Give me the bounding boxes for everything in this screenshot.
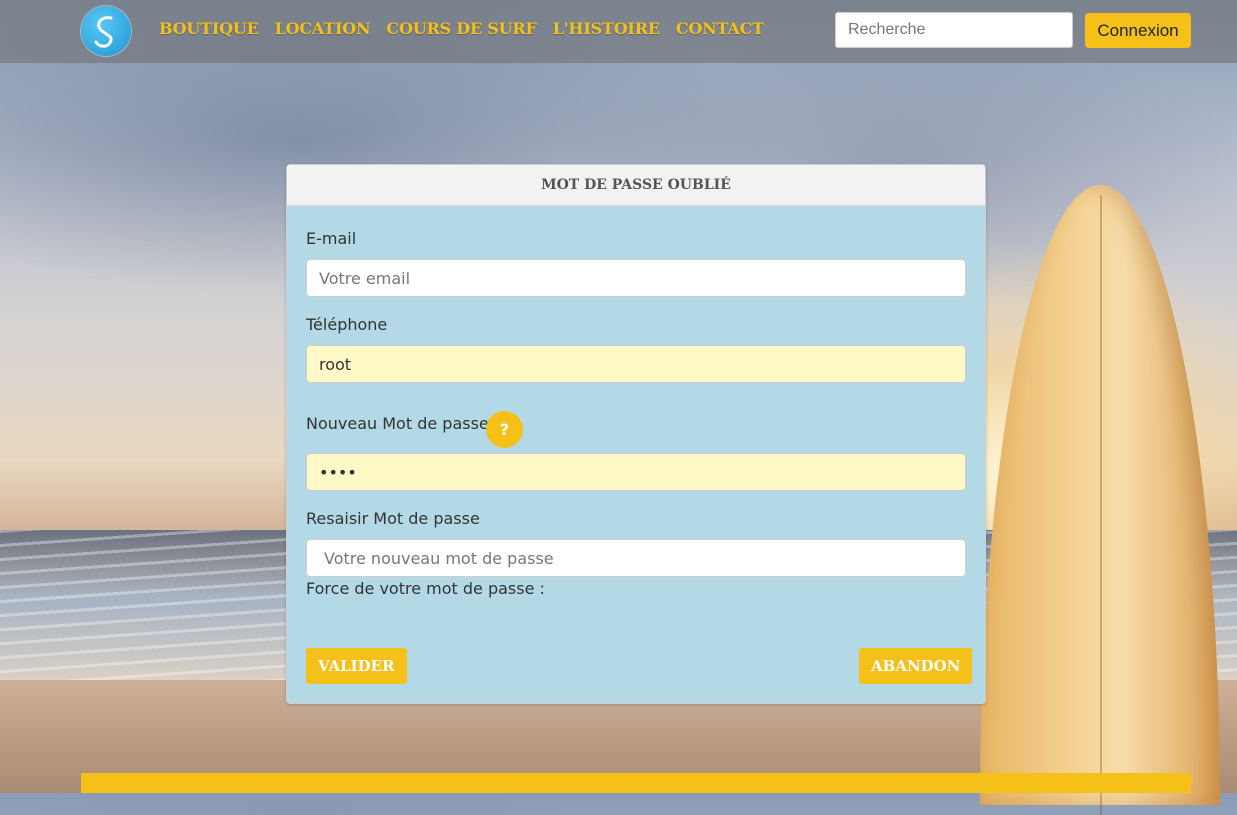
- nav-link-histoire[interactable]: L'HISTOIRE: [553, 19, 660, 38]
- login-button[interactable]: Connexion: [1085, 13, 1191, 48]
- email-field[interactable]: [306, 259, 966, 297]
- nav-menu: BOUTIQUE LOCATION COURS DE SURF L'HISTOI…: [159, 19, 764, 38]
- phone-field[interactable]: [306, 345, 966, 383]
- surfboard-image: [980, 185, 1220, 815]
- phone-label: Téléphone: [306, 315, 388, 334]
- cancel-button[interactable]: ABANDON: [859, 648, 973, 684]
- footer-bar: [81, 773, 1191, 793]
- top-navbar: BOUTIQUE LOCATION COURS DE SURF L'HISTOI…: [0, 0, 1237, 63]
- new-password-field[interactable]: [306, 453, 966, 491]
- new-password-label: Nouveau Mot de passe: [306, 414, 489, 433]
- email-label: E-mail: [306, 229, 357, 248]
- help-icon[interactable]: ?: [486, 411, 523, 448]
- nav-link-boutique[interactable]: BOUTIQUE: [159, 19, 259, 38]
- forgot-password-card: MOT DE PASSE OUBLIÉ E-mail Téléphone Nou…: [286, 164, 986, 704]
- nav-link-location[interactable]: LOCATION: [275, 19, 371, 38]
- logo-icon[interactable]: [81, 6, 131, 56]
- card-title: MOT DE PASSE OUBLIÉ: [287, 165, 985, 206]
- submit-button[interactable]: VALIDER: [306, 648, 407, 684]
- repeat-password-label: Resaisir Mot de passe: [306, 509, 480, 528]
- password-strength-label: Force de votre mot de passe :: [306, 579, 545, 598]
- nav-link-contact[interactable]: CONTACT: [676, 19, 764, 38]
- search-input[interactable]: [835, 12, 1073, 48]
- nav-link-cours-de-surf[interactable]: COURS DE SURF: [386, 19, 536, 38]
- repeat-password-field[interactable]: [306, 539, 966, 577]
